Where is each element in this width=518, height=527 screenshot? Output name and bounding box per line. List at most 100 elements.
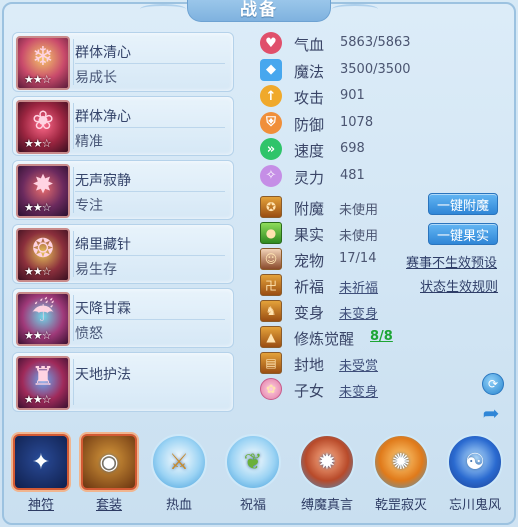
- bottom-skill-bar: ✦ 神符 ◉ 套装 ⚔ 热血 ❦ 祝福 ✹ 缚魔真言 ✺ 乾罡寂灭 ☯ 忘川鬼风: [0, 428, 518, 525]
- ghost-wind-button[interactable]: ☯ 忘川鬼风: [444, 428, 506, 525]
- children-link[interactable]: 未变身: [339, 381, 378, 400]
- share-icon[interactable]: ➦: [478, 401, 504, 425]
- bind-demon-button[interactable]: ✹ 缚魔真言: [296, 428, 358, 525]
- bottom-label: 套装: [95, 498, 122, 513]
- passion-icon: ⚔: [151, 434, 207, 490]
- rune-button[interactable]: ✦ 神符: [10, 428, 72, 525]
- skill-card[interactable]: ☔ ★★☆ 天降甘霖 愤怒: [12, 288, 234, 348]
- refresh-icon[interactable]: ⟳: [482, 373, 504, 395]
- status-rule-link[interactable]: 状态生效规则: [420, 276, 498, 295]
- guardian-icon: ♜ ★★☆: [16, 356, 70, 410]
- bottom-label: 神符: [27, 498, 54, 513]
- skill-trait: 愤怒: [75, 326, 103, 342]
- divider: [75, 255, 225, 256]
- skill-trait: 专注: [75, 198, 103, 214]
- fief-link[interactable]: 未受赏: [339, 355, 378, 374]
- divider: [75, 319, 225, 320]
- buff-label: 封地: [294, 356, 325, 374]
- fief-icon: ▤: [260, 352, 282, 374]
- skill-name: 群体净心: [75, 109, 131, 125]
- silence-icon: ✸ ★★☆: [16, 164, 70, 218]
- skill-trait: 易成长: [75, 70, 117, 86]
- qiangang-button[interactable]: ✺ 乾罡寂灭: [370, 428, 432, 525]
- skill-list: ❄ ★★☆ 群体清心 易成长 ❀ ★★☆ 群体净心 精准 ✸ ★★☆ 无声寂静 专注 …: [12, 32, 234, 416]
- attr-value: 901: [340, 88, 365, 103]
- divider: [73, 103, 74, 149]
- buff-label: 修炼觉醒: [294, 330, 355, 348]
- skill-name: 无声寂静: [75, 173, 131, 189]
- transform-link[interactable]: 未变身: [339, 303, 378, 322]
- attr-value: 698: [340, 141, 365, 156]
- one-click-enchant-button[interactable]: 一键附魔: [428, 193, 498, 215]
- bottom-label: 忘川鬼风: [448, 498, 501, 513]
- cleanse-icon: ❄ ★★☆: [16, 36, 70, 90]
- buff-label: 变身: [294, 304, 325, 322]
- bind-demon-icon: ✹: [299, 434, 355, 490]
- spirit-icon: ✧: [260, 164, 282, 187]
- bottom-label: 乾罡寂灭: [374, 498, 427, 513]
- divider: [75, 63, 225, 64]
- attr-value: 1078: [340, 114, 374, 130]
- skill-card[interactable]: ❄ ★★☆ 群体清心 易成长: [12, 32, 234, 92]
- suit-icon: ◉: [81, 434, 137, 490]
- attr-label: 防御: [294, 115, 325, 134]
- divider: [73, 39, 74, 85]
- divider: [73, 231, 74, 277]
- shield-icon: ⛨: [260, 111, 282, 134]
- attr-row-attack: ↑ 攻击 901: [258, 83, 508, 110]
- buff-row-awaken: ▲ 修炼觉醒 8/8: [258, 324, 508, 350]
- qiangang-icon: ✺: [373, 434, 429, 490]
- rain-icon: ☔ ★★☆: [16, 292, 70, 346]
- blessing-button[interactable]: ❦ 祝福: [222, 428, 284, 525]
- skill-card[interactable]: ❂ ★★☆ 绵里藏针 易生存: [12, 224, 234, 284]
- bless-link[interactable]: 未祈福: [339, 277, 378, 296]
- transform-icon: ♞: [260, 300, 282, 322]
- speed-icon: »: [260, 138, 282, 160]
- attr-label: 气血: [294, 36, 325, 54]
- buff-value: 未使用: [339, 203, 379, 218]
- skill-name: 天地护法: [75, 367, 131, 383]
- attr-row-mp: ◆ 魔法 3500/3500: [258, 57, 508, 84]
- divider: [75, 127, 225, 128]
- attr-value: 3500/3500: [340, 61, 411, 77]
- rune-icon: ✦: [13, 434, 69, 490]
- attack-icon: ↑: [260, 85, 282, 107]
- bottom-label: 祝福: [239, 498, 266, 513]
- buff-row-children: ✿ 子女 未变身: [258, 376, 508, 402]
- skill-name: 群体清心: [75, 45, 131, 61]
- buff-label: 果实: [294, 226, 325, 244]
- ghost-wind-icon: ☯: [447, 434, 503, 490]
- divider: [75, 191, 225, 192]
- child-icon: ✿: [260, 378, 282, 400]
- buff-row-transform: ♞ 变身 未变身: [258, 298, 508, 324]
- attr-value: 5863/5863: [340, 35, 411, 50]
- buff-label: 附魔: [294, 200, 325, 218]
- skill-card[interactable]: ❀ ★★☆ 群体净心 精准: [12, 96, 234, 156]
- attr-row-spirit: ✧ 灵力 481: [258, 163, 508, 190]
- event-preset-link[interactable]: 赛事不生效预设: [406, 252, 497, 271]
- fruit-icon: ●: [260, 222, 282, 244]
- skill-card[interactable]: ✸ ★★☆ 无声寂静 专注: [12, 160, 234, 220]
- awaken-link[interactable]: 8/8: [370, 329, 393, 344]
- buff-row-fief: ▤ 封地 未受赏: [258, 350, 508, 376]
- needle-icon: ❂ ★★☆: [16, 228, 70, 282]
- attribute-list: ♥ 气血 5863/5863 ◆ 魔法 3500/3500 ↑ 攻击 901 ⛨…: [258, 30, 508, 189]
- one-click-fruit-button[interactable]: 一键果实: [428, 223, 498, 245]
- skill-name: 天降甘霖: [75, 301, 131, 317]
- bottom-label: 热血: [165, 498, 192, 513]
- divider: [73, 295, 74, 341]
- attr-label: 攻击: [294, 89, 325, 107]
- attr-value: 481: [340, 167, 365, 183]
- skill-trait: 精准: [75, 134, 103, 150]
- passion-button[interactable]: ⚔ 热血: [148, 428, 210, 525]
- heart-icon: ♥: [260, 32, 282, 54]
- attr-row-speed: » 速度 698: [258, 136, 508, 163]
- suit-button[interactable]: ◉ 套装: [78, 428, 140, 525]
- divider: [73, 167, 74, 213]
- buff-label: 祈福: [294, 278, 325, 296]
- attr-row-hp: ♥ 气血 5863/5863: [258, 30, 508, 57]
- buff-label: 子女: [294, 382, 325, 400]
- panel-title: 战备: [140, 0, 378, 22]
- skill-card[interactable]: ♜ ★★☆ 天地护法: [12, 352, 234, 412]
- mana-icon: ◆: [260, 58, 282, 81]
